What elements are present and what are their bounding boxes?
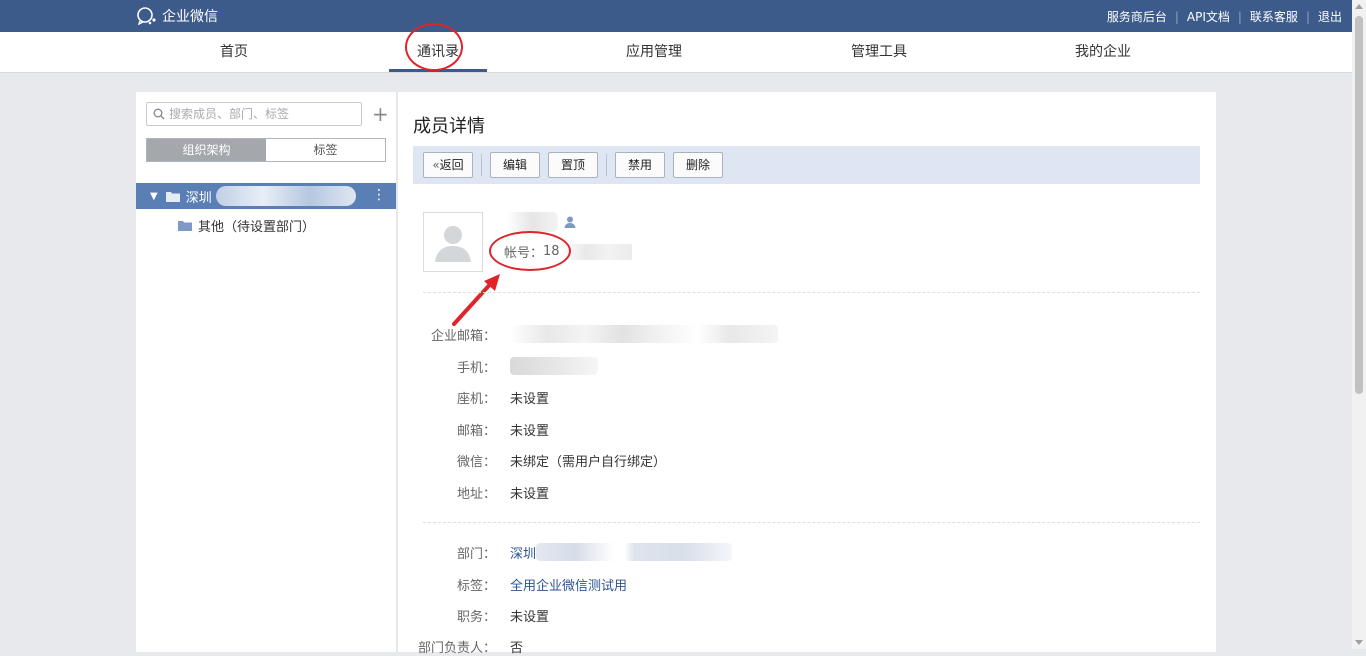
field-label: 部门： (456, 546, 496, 562)
service-provider-link[interactable]: 服务商后台 (1099, 8, 1175, 25)
back-button[interactable]: «返回 (423, 152, 473, 178)
nav-app-management[interactable]: 应用管理 (594, 32, 714, 72)
redacted-text (510, 325, 778, 343)
nav-management-tools[interactable]: 管理工具 (819, 32, 939, 72)
folder-icon (165, 191, 180, 202)
delete-button[interactable]: 删除 (673, 152, 723, 178)
scroll-down-arrow-icon[interactable] (1355, 640, 1363, 645)
field-value: 未设置 (510, 609, 550, 625)
field-label: 职务： (456, 609, 496, 625)
field-value: 否 (510, 640, 524, 656)
expand-arrow-icon[interactable]: ▼ (150, 191, 158, 202)
account-value: 18 (543, 244, 560, 259)
divider (423, 522, 1200, 523)
field-landline: 座机： 未设置 (398, 387, 1198, 407)
search-box[interactable] (146, 102, 362, 126)
edit-button[interactable]: 编辑 (490, 152, 540, 178)
folder-icon (178, 221, 192, 231)
department-link[interactable]: 深圳 (510, 543, 536, 562)
field-label: 地址： (456, 486, 496, 502)
contact-support-link[interactable]: 联系客服 (1242, 8, 1306, 25)
top-links: 服务商后台 | API文档 | 联系客服 | 退出 (1099, 8, 1352, 25)
redacted-text (536, 543, 733, 561)
account-row: 帐号： 18 (504, 242, 632, 261)
redacted-text (561, 243, 632, 260)
field-enterprise-email: 企业邮箱： (398, 324, 1198, 344)
field-tags: 标签： 全用企业微信测试用 (398, 574, 1198, 594)
member-detail-panel: 成员详情 «返回 编辑 置顶 禁用 删除 帐号： 18 企业邮箱： 手机： 座机… (398, 92, 1216, 656)
field-label: 企业邮箱： (430, 328, 496, 344)
add-icon[interactable]: + (372, 104, 389, 124)
field-label: 座机： (456, 391, 496, 407)
field-mobile: 手机： (398, 356, 1198, 376)
wecom-logo-icon (137, 7, 156, 25)
logo[interactable]: 企业微信 (136, 6, 218, 26)
page-title: 成员详情 (413, 116, 485, 137)
more-options-icon[interactable]: ⋮ (372, 186, 386, 204)
sidebar: + 组织架构 标签 ▼ 深圳 ⋮ 其他（待设置部门） (136, 92, 397, 652)
main-nav: 首页 通讯录 应用管理 管理工具 我的企业 (0, 32, 1352, 73)
tab-org-structure[interactable]: 组织架构 (147, 139, 266, 161)
scrollbar[interactable] (1352, 0, 1366, 649)
field-value: 未绑定（需用户自行绑定） (510, 454, 667, 470)
field-label: 手机： (456, 360, 496, 376)
disable-button[interactable]: 禁用 (615, 152, 665, 178)
nav-home[interactable]: 首页 (174, 32, 294, 72)
action-toolbar: «返回 编辑 置顶 禁用 删除 (413, 146, 1200, 184)
avatar (423, 212, 483, 272)
scroll-up-arrow-icon[interactable] (1355, 4, 1363, 9)
double-chevron-left-icon: « (432, 158, 440, 172)
top-bar: 企业微信 服务商后台 | API文档 | 联系客服 | 退出 (0, 0, 1352, 32)
field-label: 邮箱： (456, 423, 496, 439)
tab-tags[interactable]: 标签 (266, 139, 385, 161)
search-input[interactable] (169, 107, 349, 121)
divider (423, 292, 1200, 293)
red-arrow-annotation (452, 274, 500, 326)
back-button-label: 返回 (439, 158, 464, 172)
search-icon (153, 108, 165, 120)
tree-item-root[interactable]: ▼ 深圳 ⋮ (136, 183, 396, 209)
divider (606, 154, 607, 176)
field-wechat: 微信： 未绑定（需用户自行绑定） (398, 450, 1198, 470)
logout-link[interactable]: 退出 (1310, 8, 1352, 25)
redacted-text (215, 186, 356, 206)
field-department: 部门： 深圳 (398, 542, 1198, 562)
field-label: 部门负责人： (417, 640, 496, 656)
scrollbar-thumb[interactable] (1355, 16, 1363, 394)
logo-text: 企业微信 (162, 9, 218, 25)
field-dept-head: 部门负责人： 否 (398, 636, 1198, 656)
field-value: 未设置 (510, 423, 550, 439)
field-label: 标签： (456, 578, 496, 594)
field-address: 地址： 未设置 (398, 482, 1198, 502)
tree-child-label: 其他（待设置部门） (198, 220, 316, 235)
field-position: 职务： 未设置 (398, 605, 1198, 625)
redacted-text (510, 357, 598, 375)
member-icon (564, 216, 576, 228)
tree-item-other[interactable]: 其他（待设置部门） (178, 216, 315, 235)
account-label: 帐号： (504, 246, 544, 261)
default-avatar-icon (435, 226, 471, 262)
field-label: 微信： (456, 454, 496, 470)
pin-button[interactable]: 置顶 (548, 152, 598, 178)
nav-my-enterprise[interactable]: 我的企业 (1043, 32, 1163, 72)
tag-link[interactable]: 全用企业微信测试用 (510, 575, 627, 594)
field-email: 邮箱： 未设置 (398, 419, 1198, 439)
nav-contacts[interactable]: 通讯录 (378, 32, 498, 72)
divider (481, 154, 482, 176)
tree-root-label: 深圳 (185, 190, 212, 206)
api-docs-link[interactable]: API文档 (1179, 8, 1238, 25)
field-value: 未设置 (510, 391, 550, 407)
field-value: 未设置 (510, 486, 550, 502)
sidebar-tabs: 组织架构 标签 (146, 138, 386, 162)
redacted-name (506, 212, 558, 232)
